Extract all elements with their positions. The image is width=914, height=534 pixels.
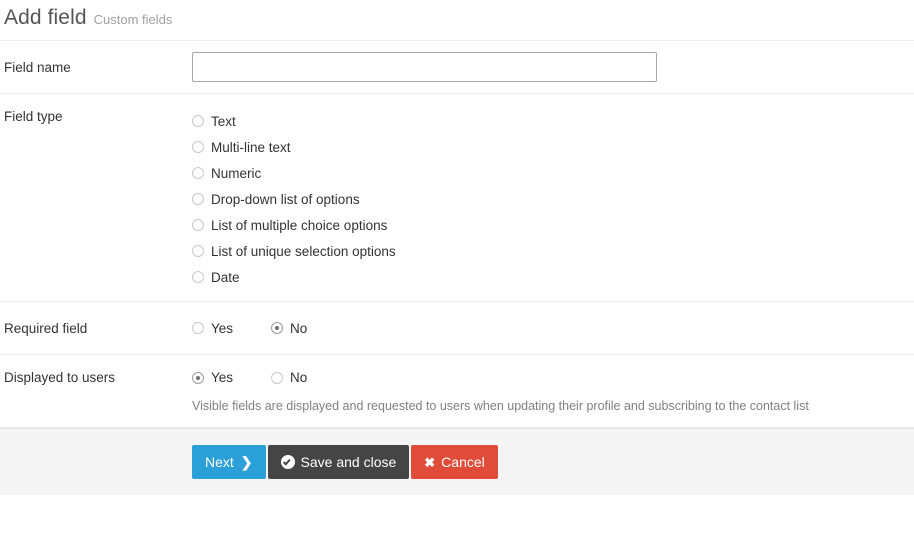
field-name-label: Field name	[4, 59, 71, 75]
field-type-option-label: Date	[211, 269, 240, 285]
field-type-control: Text Multi-line text Numeric Drop-down l…	[192, 108, 914, 290]
field-type-options: Text Multi-line text Numeric Drop-down l…	[192, 108, 914, 290]
field-name-row: Field name	[0, 41, 914, 94]
field-type-option-label: Multi-line text	[211, 139, 291, 155]
field-name-input[interactable]	[192, 52, 657, 82]
chevron-right-icon: ❯	[240, 454, 253, 471]
field-name-control	[192, 52, 914, 82]
radio-icon[interactable]	[192, 141, 204, 153]
displayed-to-users-options: Yes No	[192, 370, 914, 385]
displayed-to-users-option-no[interactable]: No	[271, 370, 307, 385]
field-type-option-label: List of multiple choice options	[211, 217, 388, 233]
radio-icon-selected[interactable]	[192, 371, 204, 384]
radio-icon-selected[interactable]	[271, 322, 284, 334]
field-type-option-text[interactable]: Text	[192, 108, 914, 134]
required-field-option-label: Yes	[211, 320, 234, 336]
displayed-to-users-row: Displayed to users Yes No Visible fields…	[0, 355, 914, 429]
radio-icon[interactable]	[192, 245, 204, 257]
save-and-close-button-label: Save and close	[300, 454, 397, 471]
cancel-button[interactable]: ✖ Cancel	[411, 445, 498, 480]
displayed-to-users-help-text: Visible fields are displayed and request…	[192, 399, 809, 413]
radio-icon[interactable]	[271, 371, 284, 384]
radio-icon[interactable]	[192, 115, 204, 127]
field-type-option-dropdown[interactable]: Drop-down list of options	[192, 186, 914, 212]
field-type-option-numeric[interactable]: Numeric	[192, 160, 914, 186]
required-field-label: Required field	[4, 320, 88, 336]
displayed-to-users-option-yes[interactable]: Yes	[192, 370, 233, 385]
radio-icon[interactable]	[192, 193, 204, 205]
displayed-to-users-control: Yes No Visible fields are displayed and …	[192, 370, 914, 414]
displayed-to-users-label: Displayed to users	[4, 370, 116, 385]
page-title: Add field	[4, 6, 87, 29]
radio-icon[interactable]	[192, 219, 204, 231]
required-field-option-no[interactable]: No	[271, 321, 307, 336]
page-subtitle: Custom fields	[93, 12, 173, 27]
next-button-label: Next	[205, 454, 234, 471]
add-field-page: Add field Custom fields Field name Field…	[0, 0, 914, 534]
field-type-option-label: Text	[211, 113, 236, 129]
cancel-button-label: Cancel	[441, 454, 485, 471]
displayed-to-users-option-label: No	[290, 370, 308, 385]
required-field-option-label: No	[290, 320, 308, 336]
times-icon: ✖	[424, 454, 436, 470]
radio-icon[interactable]	[192, 271, 204, 283]
next-button[interactable]: Next ❯	[192, 445, 266, 480]
required-field-options: Yes No	[192, 321, 914, 336]
field-type-option-unique-selection[interactable]: List of unique selection options	[192, 238, 914, 264]
field-type-option-label: List of unique selection options	[211, 243, 396, 259]
field-type-option-date[interactable]: Date	[192, 264, 914, 290]
field-type-option-label: Numeric	[211, 165, 262, 181]
field-type-option-multiline-text[interactable]: Multi-line text	[192, 134, 914, 160]
form-action-bar: Next ❯ Save and close ✖ Cancel	[0, 428, 914, 496]
field-type-option-label: Drop-down list of options	[211, 191, 360, 207]
field-type-label: Field type	[4, 109, 63, 124]
field-type-row: Field type Text Multi-line text Numeric	[0, 94, 914, 302]
check-circle-icon	[280, 455, 295, 470]
radio-icon[interactable]	[192, 322, 204, 334]
field-type-option-multiple-choice[interactable]: List of multiple choice options	[192, 212, 914, 238]
page-header: Add field Custom fields	[0, 0, 914, 41]
required-field-option-yes[interactable]: Yes	[192, 321, 233, 336]
required-field-control: Yes No	[192, 321, 914, 336]
radio-icon[interactable]	[192, 167, 204, 179]
save-and-close-button[interactable]: Save and close	[267, 445, 410, 480]
required-field-row: Required field Yes No	[0, 302, 914, 355]
displayed-to-users-option-label: Yes	[211, 370, 234, 385]
